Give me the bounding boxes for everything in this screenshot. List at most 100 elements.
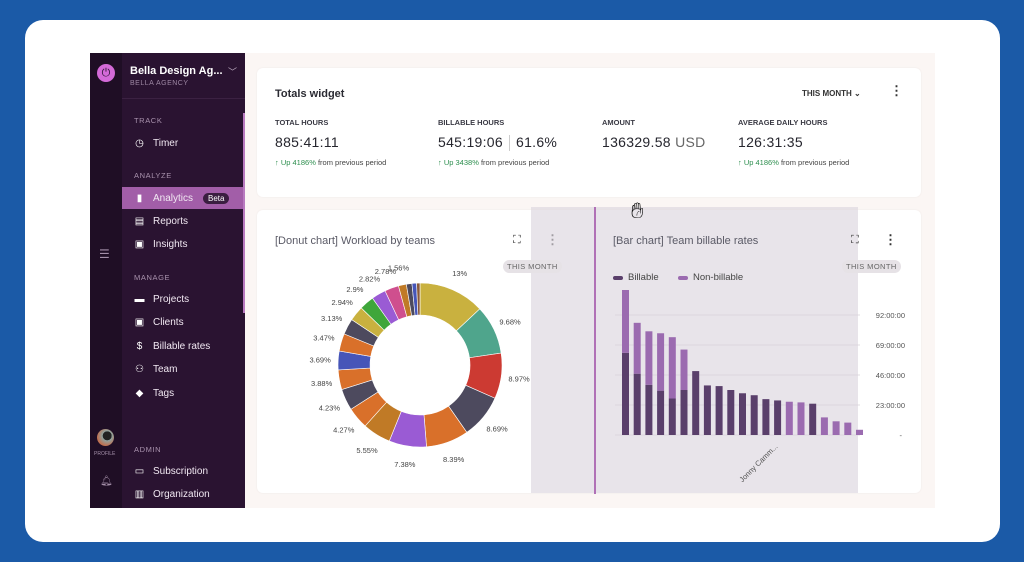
power-logo-icon[interactable]: ⏻ [97, 64, 115, 82]
bar-billable[interactable] [633, 373, 641, 435]
slice-label: 2.94% [332, 298, 354, 307]
sidebar-item-projects[interactable]: ▬ Projects [122, 288, 243, 310]
y-tick-label: 46:00:00 [876, 371, 905, 380]
legend-non-billable[interactable]: Non-billable [678, 272, 743, 283]
document-icon: ▤ [134, 215, 145, 227]
sidebar-item-tags[interactable]: ◆ Tags [122, 382, 243, 404]
building-icon: ▥ [134, 488, 145, 500]
sidebar-item-clients[interactable]: ▣ Clients [122, 311, 243, 333]
sidebar-item-subscription[interactable]: ▭ Subscription [122, 460, 243, 482]
bar-billable[interactable] [703, 385, 711, 435]
widget-title: Totals widget [275, 88, 345, 100]
bar-billable[interactable] [622, 352, 629, 435]
sidebar-item-analytics[interactable]: ▮ Analytics Beta [122, 187, 243, 209]
bar-chart-icon: ▮ [136, 192, 143, 204]
sidebar-item-label: Billable rates [153, 340, 211, 352]
period-dropdown[interactable]: THIS MONTH ⌄ [802, 89, 861, 98]
bar-non-billable[interactable] [856, 429, 863, 435]
bar-billable[interactable] [809, 403, 817, 435]
stat-change: ↑ Up 4186% from previous period [738, 158, 849, 167]
bar-non-billable[interactable] [785, 401, 793, 435]
sidebar-item-reports[interactable]: ▤ Reports [122, 210, 243, 232]
section-manage: MANAGE [134, 273, 171, 282]
legend-billable[interactable]: Billable [613, 272, 659, 283]
amount-value: 136329.58 [602, 134, 671, 150]
slice-label: 9.68% [499, 318, 521, 327]
y-tick-label: 92:00:00 [876, 311, 905, 320]
bar-billable[interactable] [657, 390, 665, 435]
slice-label: 8.39% [443, 455, 465, 464]
chevron-down-icon[interactable]: ﹀ [228, 65, 237, 78]
sidebar-scrollbar[interactable] [243, 113, 245, 313]
bar-billable[interactable] [715, 386, 723, 435]
bar-non-billable[interactable] [622, 290, 629, 353]
y-tick-label: - [900, 431, 903, 440]
slice-label: 4.27% [333, 426, 355, 435]
slice-label: 5.55% [356, 446, 378, 455]
dollar-icon: $ [136, 340, 143, 352]
more-options-icon[interactable]: ⋮ [890, 84, 903, 97]
stat-change: ↑ Up 4186% from previous period [275, 158, 386, 167]
sidebar-item-billable-rates[interactable]: $ Billable rates [122, 335, 243, 357]
sidebar-item-timer[interactable]: ◷ Timer [122, 132, 243, 154]
sidebar-item-label: Analytics [153, 192, 194, 204]
sidebar-item-insights[interactable]: ▣ Insights [122, 233, 243, 255]
bar-non-billable[interactable] [820, 417, 828, 435]
bar-non-billable[interactable] [668, 337, 676, 399]
bar-chart-title: [Bar chart] Team billable rates [613, 235, 759, 247]
bar-billable[interactable] [727, 390, 735, 435]
workspace-name[interactable]: Bella Design Ag... [130, 65, 223, 77]
bar-non-billable[interactable] [633, 322, 641, 374]
bar-billable[interactable] [645, 384, 653, 435]
bar-billable[interactable] [774, 400, 782, 435]
stat-label: TOTAL HOURS [275, 118, 329, 127]
divider [122, 98, 245, 99]
team-icon: ⚇ [135, 363, 144, 375]
sidebar-item-team[interactable]: ⚇ Team [122, 358, 243, 380]
stat-value: 126:31:35 [738, 134, 803, 150]
section-analyze: ANALYZE [134, 171, 172, 180]
slice-label: 3.69% [310, 355, 332, 364]
sidebar-item-organization[interactable]: ▥ Organization [122, 483, 243, 505]
x-tick-label: Jonny Camm... [737, 442, 779, 484]
sidebar-item-label: Tags [153, 387, 175, 399]
bar-non-billable[interactable] [797, 402, 805, 435]
bar-billable[interactable] [692, 371, 700, 435]
bar-billable[interactable] [739, 393, 746, 435]
more-options-icon[interactable]: ⋮ [884, 233, 897, 246]
bar-non-billable[interactable] [657, 333, 665, 391]
avatar[interactable] [97, 429, 114, 446]
bell-icon[interactable]: 🔔︎ [100, 476, 113, 487]
stat-label: BILLABLE HOURS [438, 118, 505, 127]
profile-label: PROFILE [94, 451, 116, 457]
change-suffix: from previous period [780, 158, 850, 167]
legend-label: Billable [628, 272, 659, 283]
stat-value: 885:41:11 [275, 134, 339, 150]
bar-non-billable[interactable] [832, 421, 840, 435]
sidebar-item-label: Timer [153, 137, 179, 149]
billable-percent: 61.6% [515, 134, 558, 150]
bar-non-billable[interactable] [645, 331, 653, 385]
collapse-menu-icon[interactable]: ☰ [99, 247, 110, 261]
bar-billable[interactable] [680, 390, 688, 435]
bar-billable[interactable] [762, 399, 770, 435]
sidebar-item-label: Reports [153, 215, 189, 227]
change-suffix: from previous period [317, 158, 387, 167]
stat-label: AVERAGE DAILY HOURS [738, 118, 828, 127]
divider [508, 135, 510, 152]
stat-value: 136329.58 USD [602, 134, 706, 150]
expand-icon[interactable]: ⛶ [851, 234, 859, 247]
bar-non-billable[interactable] [680, 349, 688, 390]
bar-non-billable[interactable] [844, 422, 852, 435]
bar-billable[interactable] [668, 398, 676, 435]
bar-billable[interactable] [750, 395, 758, 435]
y-tick-label: 69:00:00 [876, 341, 905, 350]
slice-label: 2.9% [346, 285, 363, 294]
workspace-subtitle: BELLA AGENCY [130, 80, 189, 87]
tag-icon: ◆ [135, 387, 144, 399]
sidebar-item-label: Subscription [153, 465, 209, 477]
sidebar-item-label: Insights [153, 238, 188, 250]
slice-label: 1.56% [388, 263, 410, 272]
billable-hours: 545:19:06 [438, 134, 503, 150]
chevron-down-icon: ⌄ [854, 89, 861, 98]
